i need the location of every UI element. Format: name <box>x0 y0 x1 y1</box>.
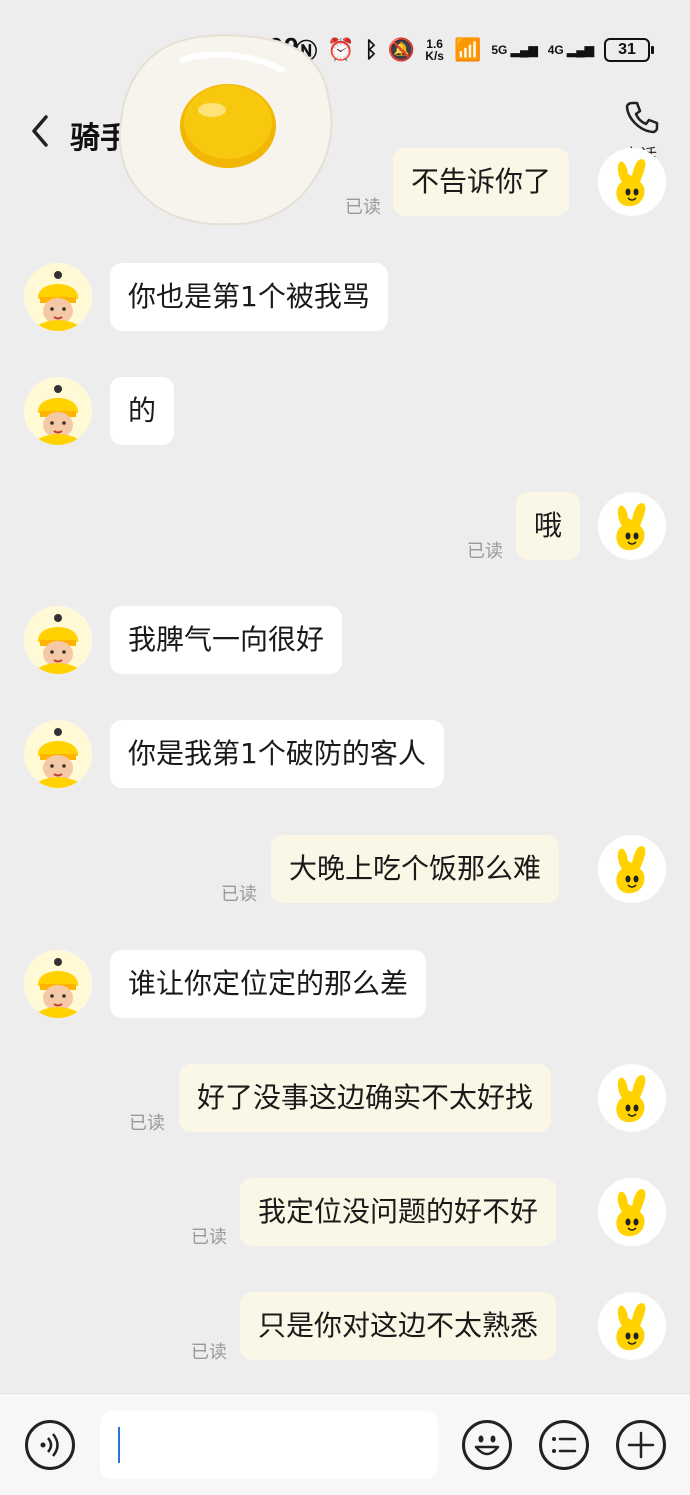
rider-avatar[interactable] <box>24 377 92 445</box>
more-button[interactable] <box>616 1420 666 1470</box>
read-receipt: 已读 <box>191 1342 227 1363</box>
read-receipt: 已读 <box>129 1113 165 1134</box>
list-icon <box>552 1437 577 1453</box>
rider-avatar[interactable] <box>24 263 92 331</box>
rider-message[interactable]: 我脾气一向很好 <box>110 606 343 674</box>
message-input[interactable] <box>100 1411 438 1479</box>
voice-button[interactable] <box>25 1420 75 1470</box>
wifi-icon: 📶 <box>453 37 482 62</box>
rider-message[interactable]: 你是我第1个破防的客人 <box>110 720 444 788</box>
chat-header: 骑手 电话 <box>0 95 690 170</box>
read-receipt: 已读 <box>191 1227 227 1248</box>
my-message[interactable]: 只是你对这边不太熟悉 <box>240 1292 557 1360</box>
quick-reply-button[interactable] <box>539 1420 589 1470</box>
battery-indicator: 31 <box>604 38 654 62</box>
sim2-signal: 4G ▂▄▆ <box>547 43 594 57</box>
my-message[interactable]: 我定位没问题的好不好 <box>240 1178 557 1246</box>
mute-icon: 🔕 <box>387 37 416 62</box>
read-receipt: 已读 <box>345 197 381 218</box>
rider-message[interactable]: 你也是第1个被我骂 <box>110 263 388 331</box>
my-message[interactable]: 不告诉你了 <box>393 148 570 216</box>
my-message[interactable]: 好了没事这边确实不太好找 <box>179 1064 552 1132</box>
net-speed: 1.6 K/s <box>425 37 444 63</box>
read-receipt: 已读 <box>467 541 503 562</box>
my-avatar[interactable] <box>598 1178 666 1246</box>
emoji-icon <box>474 1435 500 1456</box>
sim1-signal: 5G ▂▄▆ <box>491 43 538 57</box>
bluetooth-icon: ᛒ <box>364 37 378 62</box>
my-avatar[interactable] <box>598 835 666 903</box>
input-bar <box>0 1393 690 1495</box>
fried-egg-sticker <box>112 30 340 230</box>
rider-message[interactable]: 谁让你定位定的那么差 <box>110 950 427 1018</box>
back-button[interactable] <box>26 113 56 149</box>
rider-avatar[interactable] <box>24 606 92 674</box>
status-icons: Ⓝ ⏰ ᛒ 🔕 1.6 K/s 📶 5G ▂▄▆ 4G ▂▄▆ 31 <box>295 34 654 66</box>
text-caret <box>118 1427 120 1463</box>
plus-icon <box>627 1431 655 1459</box>
my-avatar[interactable] <box>598 148 666 216</box>
my-avatar[interactable] <box>598 492 666 560</box>
rider-avatar[interactable] <box>24 950 92 1018</box>
status-bar: 22:09 Ⓝ ⏰ ᛒ 🔕 1.6K/s 📶 5G ▂▄▆ 4G ▂▄▆ 31 <box>0 0 690 95</box>
chevron-left-icon <box>32 115 48 147</box>
emoji-button[interactable] <box>462 1420 512 1470</box>
read-receipt: 已读 <box>221 884 257 905</box>
rider-message[interactable]: 的 <box>110 377 175 445</box>
my-avatar[interactable] <box>598 1292 666 1360</box>
my-avatar[interactable] <box>598 1064 666 1132</box>
my-message[interactable]: 大晚上吃个饭那么难 <box>271 835 560 903</box>
voice-icon <box>40 1433 59 1457</box>
my-message[interactable]: 哦 <box>516 492 581 560</box>
rider-avatar[interactable] <box>24 720 92 788</box>
phone-icon <box>625 101 659 134</box>
